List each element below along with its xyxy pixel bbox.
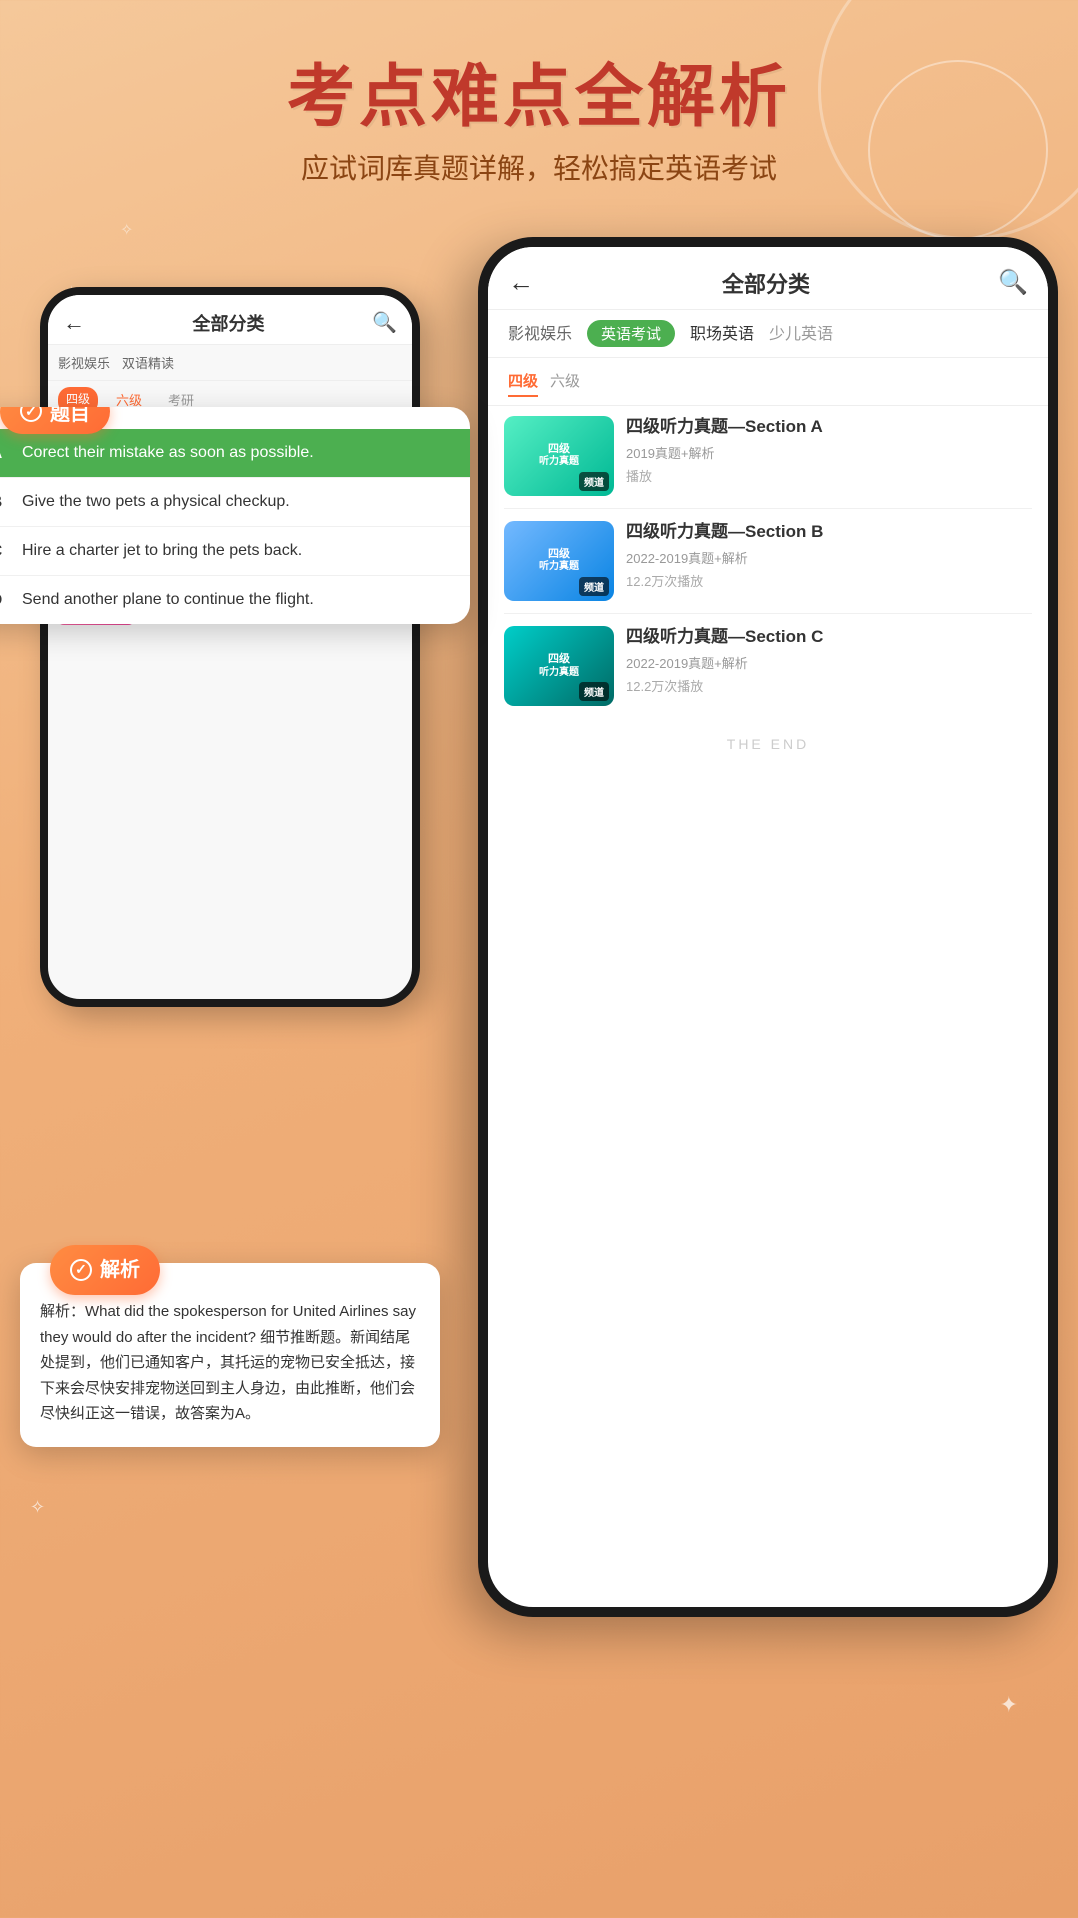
list-item[interactable]: 四级 听力真题 频道 四级听力真题—Section C 2022-2019真题+… [504,626,1032,706]
sub-title: 应试词库真题详解，轻松搞定英语考试 [0,147,1078,187]
phone-bg-header: ← 全部分类 🔍 [48,295,412,345]
phone-bg-categories: 影视娱乐 双语精读 [48,345,412,381]
quiz-badge: ✓ 题目 [0,407,110,434]
quiz-option-c[interactable]: C Hire a charter jet to bring the pets b… [0,527,470,576]
fg-search-icon[interactable]: 🔍 [998,268,1028,297]
analysis-bubble: ✓ 解析 解析：What did the spokesperson for Un… [20,1263,440,1447]
quiz-badge-label: 题目 [50,407,90,426]
option-letter-b: B [0,492,10,512]
search-icon[interactable]: 🔍 [372,310,397,335]
phone-background: ← 全部分类 🔍 影视娱乐 双语精读 四级 六级 考研 🎧 频道 六级 听力..… [40,287,420,1007]
fg-back-arrow[interactable]: ← [508,267,534,298]
fg-thumb-label-c: 频道 [579,682,609,701]
fg-item-info-b: 四级听力真题—Section B 2022-2019真题+解析 12.2万次播放 [626,521,1032,590]
cat-tag-shuangyu[interactable]: 双语精读 [122,353,174,372]
fg-item-plays-c: 12.2万次播放 [626,676,1032,695]
divider [504,613,1032,614]
fg-item-title-a: 四级听力真题—Section A [626,416,1032,438]
analysis-text: 解析：What did the spokesperson for United … [40,1283,420,1427]
main-title: 考点难点全解析 [0,60,1078,135]
fg-cat-children[interactable]: 少儿英语 [769,320,833,347]
page-header: 考点难点全解析 应试词库真题详解，轻松搞定英语考试 [0,0,1078,187]
quiz-option-d[interactable]: D Send another plane to continue the fli… [0,576,470,624]
cat-tag-yinshi[interactable]: 影视娱乐 [58,353,110,372]
quiz-option-b[interactable]: B Give the two pets a physical checkup. [0,478,470,527]
list-item[interactable]: 四级 听力真题 频道 四级听力真题—Section B 2022-2019真题+… [504,521,1032,601]
fg-item-info-a: 四级听力真题—Section A 2019真题+解析 播放 [626,416,1032,485]
fg-thumb-c: 四级 听力真题 频道 [504,626,614,706]
option-letter-a: A [0,443,10,463]
fg-cat-workplace[interactable]: 职场英语 [690,320,754,347]
quiz-check-icon: ✓ [20,407,42,423]
fg-cats-row: 影视娱乐 英语考试 职场英语 少儿英语 [488,310,1048,358]
fg-item-title-b: 四级听力真题—Section B [626,521,1032,543]
option-text-c: Hire a charter jet to bring the pets bac… [22,542,302,560]
option-text-d: Send another plane to continue the fligh… [22,591,314,609]
fg-tab-six[interactable]: 六级 [550,366,580,397]
phone-fg-inner: ← 全部分类 🔍 影视娱乐 英语考试 职场英语 少儿英语 四级 六级 [488,247,1048,1607]
fg-item-title-c: 四级听力真题—Section C [626,626,1032,648]
phone-foreground: ← 全部分类 🔍 影视娱乐 英语考试 职场英语 少儿英语 四级 六级 [478,237,1058,1617]
phone-fg-header: ← 全部分类 🔍 [488,247,1048,310]
fg-cat-english[interactable]: 英语考试 [587,320,675,347]
fg-item-desc-a: 2019真题+解析 [626,443,1032,462]
option-letter-d: D [0,590,10,610]
fg-title: 全部分类 [722,267,810,299]
fg-item-desc-c: 2022-2019真题+解析 [626,653,1032,672]
quiz-options: A Corect their mistake as soon as possib… [0,407,470,624]
fg-item-info-c: 四级听力真题—Section C 2022-2019真题+解析 12.2万次播放 [626,626,1032,695]
fg-item-desc-b: 2022-2019真题+解析 [626,548,1032,567]
option-text-a: Corect their mistake as soon as possible… [22,444,314,462]
phones-container: ← 全部分类 🔍 影视娱乐 双语精读 四级 六级 考研 🎧 频道 六级 听力..… [0,227,1078,1727]
fg-item-plays-b: 12.2万次播放 [626,571,1032,590]
fg-thumb-b: 四级 听力真题 频道 [504,521,614,601]
quiz-option-a[interactable]: A Corect their mistake as soon as possib… [0,429,470,478]
fg-thumb-label-b: 频道 [579,577,609,596]
analysis-badge-label: 解析 [100,1253,140,1287]
the-end-label: THE END [488,716,1048,772]
option-letter-c: C [0,541,10,561]
fg-item-plays-a: 播放 [626,466,1032,485]
fg-tab-four[interactable]: 四级 [508,366,538,397]
divider [504,508,1032,509]
list-item[interactable]: 四级 听力真题 频道 四级听力真题—Section A 2019真题+解析 播放 [504,416,1032,496]
option-text-b: Give the two pets a physical checkup. [22,493,290,511]
quiz-card: ✓ 题目 A Corect their mistake as soon as p… [0,407,470,624]
fg-cat-yinshi[interactable]: 影视娱乐 [508,320,572,347]
fg-list: 四级 听力真题 频道 四级听力真题—Section A 2019真题+解析 播放 [488,406,1048,716]
analysis-check-icon: ✓ [70,1259,92,1281]
fg-thumb-a: 四级 听力真题 频道 [504,416,614,496]
fg-tabs: 四级 六级 [488,358,1048,406]
phone-bg-title: 全部分类 [193,310,265,336]
back-arrow-icon[interactable]: ← [63,310,85,336]
analysis-badge: ✓ 解析 [50,1245,160,1295]
fg-thumb-label-a: 频道 [579,472,609,491]
